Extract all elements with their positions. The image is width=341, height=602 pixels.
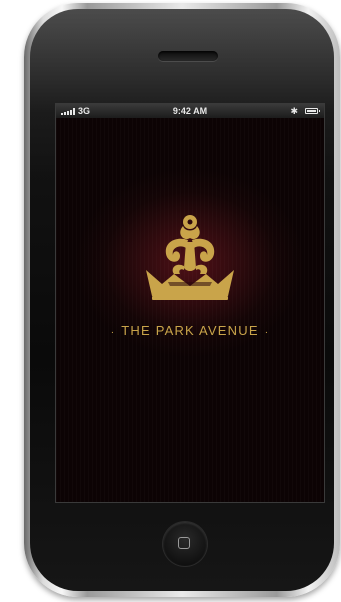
status-bar: 3G 9:42 AM ✱ bbox=[56, 104, 324, 118]
home-button-icon bbox=[178, 537, 190, 549]
brand-name: THE PARK AVENUE bbox=[121, 323, 259, 338]
battery-icon bbox=[305, 108, 320, 114]
screen: 3G 9:42 AM ✱ · THE PARK AVENUE · bbox=[55, 103, 325, 503]
brand-title: · THE PARK AVENUE · bbox=[56, 323, 324, 338]
right-separator-dot: · bbox=[264, 327, 270, 338]
home-button[interactable] bbox=[163, 522, 207, 566]
bluetooth-icon: ✱ bbox=[290, 106, 298, 116]
splash-screen[interactable]: · THE PARK AVENUE · bbox=[56, 118, 324, 502]
page: 3G 9:42 AM ✱ · THE PARK AVENUE · bbox=[0, 0, 341, 602]
left-separator-dot: · bbox=[110, 327, 116, 338]
earpiece-speaker bbox=[158, 51, 218, 61]
status-clock: 9:42 AM bbox=[172, 106, 208, 116]
crown-fleur-logo bbox=[146, 215, 234, 300]
